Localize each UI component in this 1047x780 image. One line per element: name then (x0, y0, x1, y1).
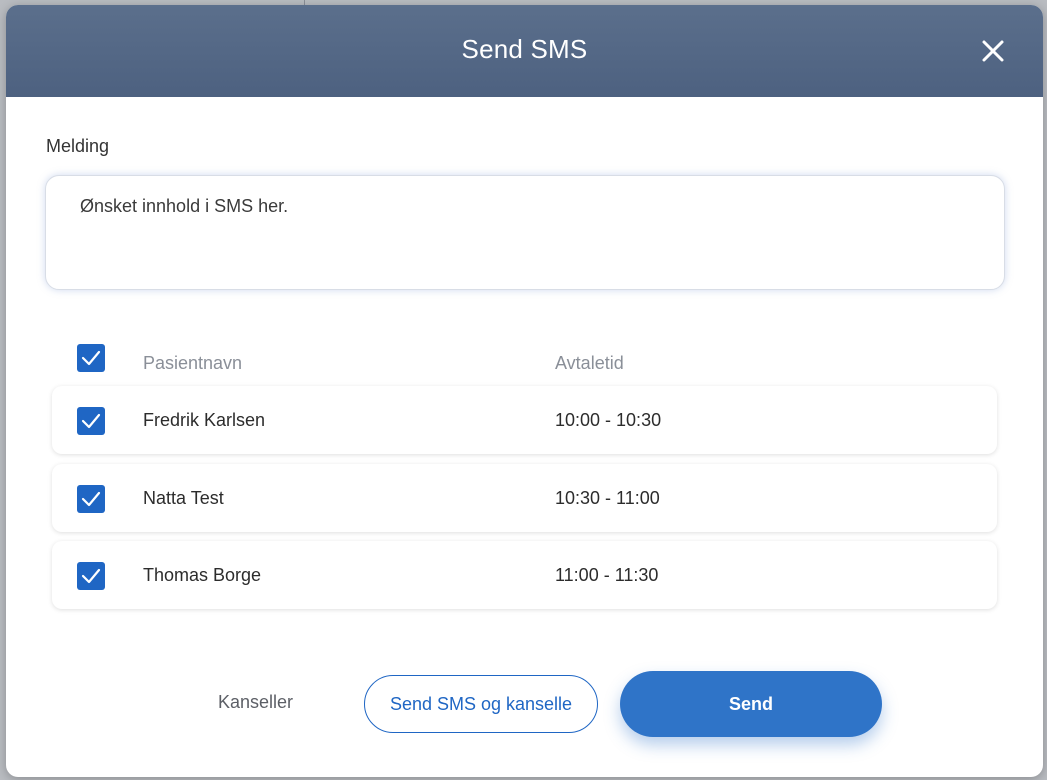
dialog-header: Send SMS (6, 5, 1043, 97)
send-button[interactable]: Send (620, 671, 882, 737)
message-text: Ønsket innhold i SMS her. (80, 196, 289, 216)
check-icon (81, 350, 101, 366)
column-header-appointment-time: Avtaletid (555, 353, 624, 373)
send-sms-and-cancel-button[interactable]: Send SMS og kanselle (364, 675, 598, 733)
patient-name: Natta Test (143, 488, 224, 508)
row-checkbox[interactable] (77, 407, 105, 435)
column-header-patient-name: Pasientnavn (143, 353, 243, 373)
check-icon (81, 413, 101, 429)
table-row[interactable]: Fredrik Karlsen 10:00 - 10:30 (52, 386, 997, 454)
send-sms-dialog: Send SMS Melding Ønsket innhold i SMS he… (6, 5, 1043, 777)
dialog-footer: Kanseller Send SMS og kanselle Send (6, 671, 1043, 737)
message-label: Melding (46, 136, 110, 156)
dialog-title: Send SMS (461, 34, 588, 64)
table-row[interactable]: Natta Test 10:30 - 11:00 (52, 464, 997, 532)
appointment-time: 10:00 - 10:30 (555, 410, 662, 430)
patient-name: Fredrik Karlsen (143, 410, 266, 430)
close-icon (982, 40, 1004, 62)
select-all-checkbox[interactable] (77, 344, 105, 372)
patient-name: Thomas Borge (143, 565, 262, 585)
table-row[interactable]: Thomas Borge 11:00 - 11:30 (52, 541, 997, 609)
appointment-time: 11:00 - 11:30 (555, 565, 659, 585)
table-header: Pasientnavn Avtaletid (52, 343, 1002, 379)
row-checkbox[interactable] (77, 562, 105, 590)
check-icon (81, 568, 101, 584)
row-checkbox[interactable] (77, 485, 105, 513)
cancel-button[interactable]: Kanseller (218, 692, 293, 713)
close-button[interactable] (981, 39, 1005, 63)
appointment-time: 10:30 - 11:00 (555, 488, 660, 508)
message-textarea[interactable]: Ønsket innhold i SMS her. (45, 175, 1005, 290)
check-icon (81, 491, 101, 507)
